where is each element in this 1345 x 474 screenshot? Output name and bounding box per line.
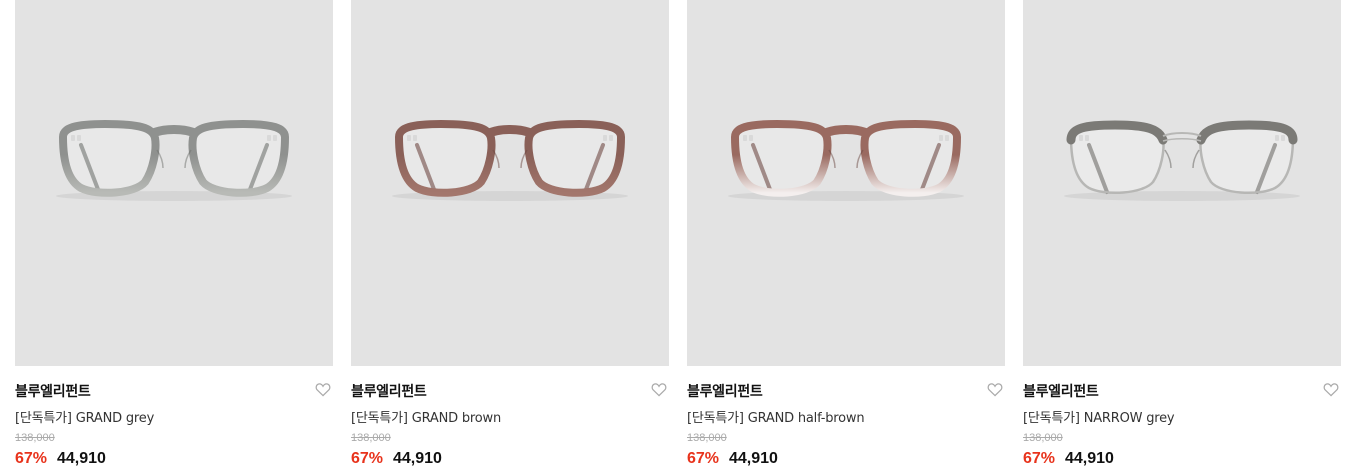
discount-rate: 67%: [15, 450, 48, 467]
product-card[interactable]: 블루엘리펀트 [단독특가] GRAND brown 138,000 67% 44…: [351, 0, 669, 474]
product-name[interactable]: [단독특가] GRAND half-brown: [687, 407, 865, 426]
discount-rate: 67%: [351, 450, 384, 467]
sale-price: 44,910: [1065, 450, 1114, 467]
product-brand[interactable]: 블루엘리펀트: [687, 381, 763, 401]
original-price: 138,000: [687, 432, 727, 444]
original-price: 138,000: [351, 432, 391, 444]
product-brand[interactable]: 블루엘리펀트: [15, 381, 91, 401]
product-card[interactable]: 블루엘리펀트 [단독특가] GRAND grey 138,000 67% 44,…: [15, 0, 333, 474]
product-image[interactable]: [687, 0, 1005, 366]
product-image[interactable]: [351, 0, 669, 366]
product-name[interactable]: [단독특가] NARROW grey: [1023, 407, 1175, 426]
glasses-image: [728, 119, 964, 201]
original-price: 138,000: [1023, 432, 1063, 444]
product-brand[interactable]: 블루엘리펀트: [351, 381, 427, 401]
heart-icon[interactable]: [651, 382, 667, 397]
product-grid: 블루엘리펀트 [단독특가] GRAND grey 138,000 67% 44,…: [15, 0, 1341, 474]
sale-price: 44,910: [393, 450, 442, 467]
product-image[interactable]: [15, 0, 333, 366]
glasses-image: [56, 119, 292, 201]
sale-price: 44,910: [729, 450, 778, 467]
heart-icon[interactable]: [987, 382, 1003, 397]
product-name[interactable]: [단독특가] GRAND grey: [15, 407, 154, 426]
glasses-image: [1064, 120, 1300, 201]
product-name[interactable]: [단독특가] GRAND brown: [351, 407, 501, 426]
product-card[interactable]: 블루엘리펀트 [단독특가] NARROW grey 138,000 67% 44…: [1023, 0, 1341, 474]
product-image[interactable]: [1023, 0, 1341, 366]
heart-icon[interactable]: [315, 382, 331, 397]
discount-rate: 67%: [687, 450, 720, 467]
heart-icon[interactable]: [1323, 382, 1339, 397]
original-price: 138,000: [15, 432, 55, 444]
discount-rate: 67%: [1023, 450, 1056, 467]
sale-price: 44,910: [57, 450, 106, 467]
glasses-image: [392, 119, 628, 201]
product-brand[interactable]: 블루엘리펀트: [1023, 381, 1099, 401]
product-card[interactable]: 블루엘리펀트 [단독특가] GRAND half-brown 138,000 6…: [687, 0, 1005, 474]
